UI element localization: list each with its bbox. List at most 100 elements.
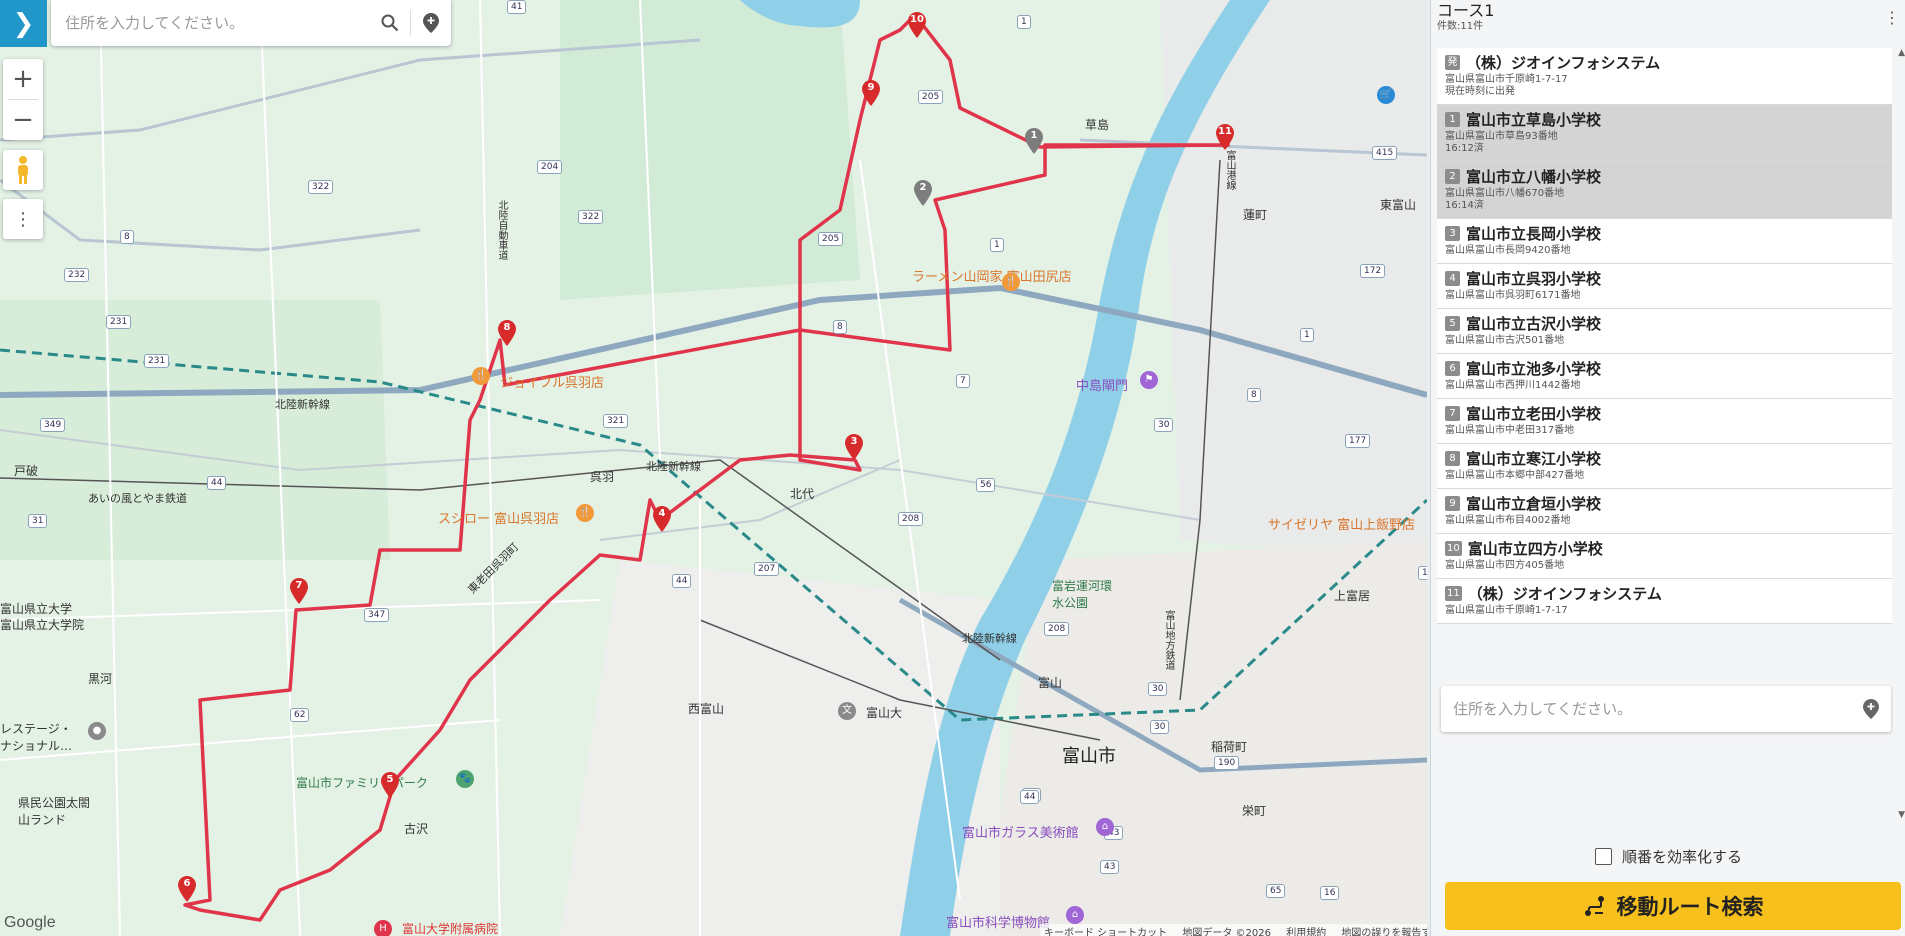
route-pin-5[interactable]: 5 xyxy=(381,772,399,798)
road-badge: 44 xyxy=(672,574,692,588)
optimize-order-checkbox[interactable] xyxy=(1594,848,1612,865)
report-error-link[interactable]: 地図の誤りを報告する xyxy=(1341,928,1427,936)
add-location-button[interactable] xyxy=(1851,686,1891,732)
label-hokuriku-2: 北陸新幹線 xyxy=(646,460,701,473)
stop-row: 11 （株）ジオインフォシステム xyxy=(1445,583,1888,604)
route-pin-7[interactable]: 7 xyxy=(290,578,308,604)
label-glass-museum: 富山市ガラス美術館 xyxy=(962,826,1079,841)
restaurant-icon[interactable]: 🍴 xyxy=(1002,273,1020,291)
more-vertical-icon[interactable]: ⋮ xyxy=(1884,8,1900,27)
stop-status: 16:14済 xyxy=(1445,200,1484,211)
scroll-up-arrow[interactable]: ▲ xyxy=(1898,48,1905,58)
scroll-down-arrow[interactable]: ▼ xyxy=(1898,810,1905,820)
search-button[interactable] xyxy=(370,0,410,46)
map-search-input[interactable] xyxy=(51,0,370,46)
stop-name: 富山市立古沢小学校 xyxy=(1466,315,1602,333)
stop-name: 富山市立草島小学校 xyxy=(1466,111,1602,129)
restaurant-icon[interactable]: 🍴 xyxy=(576,504,594,522)
stop-list: 発（株）ジオインフォシステム 富山県富山市千原崎1-7-17 現在時刻に出発 1 富山市… xyxy=(1437,48,1892,624)
road-badge: 205 xyxy=(818,232,844,246)
stop-list-item[interactable]: 発 （株）ジオインフォシステム 富山県富山市千原崎1-7-17 現在時刻に出発 xyxy=(1437,48,1892,105)
road-badge: 30 xyxy=(1154,418,1174,432)
route-pin-1[interactable]: 1 xyxy=(1025,128,1043,154)
route-pin-3[interactable]: 3 xyxy=(845,434,863,460)
road-badge: 44 xyxy=(1020,790,1040,804)
stop-list-item[interactable]: 1 富山市立草島小学校 富山県富山市草島93番地 16:12済 xyxy=(1437,105,1892,162)
label-inarimachi: 稲荷町 xyxy=(1211,740,1248,754)
attraction-icon[interactable]: ⚑ xyxy=(1140,371,1158,389)
park-icon[interactable]: 🐾 xyxy=(456,770,474,788)
map-canvas[interactable]: 草島 蓮町 東富山 ラーメン山岡家 富山田尻店 ジョイフル呉羽店 中島閘門 北陸… xyxy=(0,0,1427,936)
road-badge: 1 xyxy=(1017,15,1031,29)
terms-link[interactable]: 利用規約 xyxy=(1286,928,1326,936)
optimize-order-row[interactable]: 順番を効率化する xyxy=(1431,846,1905,867)
add-location-button[interactable] xyxy=(411,0,451,46)
school-icon[interactable]: 文 xyxy=(838,702,856,720)
route-pin-4[interactable]: 4 xyxy=(653,506,671,532)
expand-panel-button[interactable]: ❯ xyxy=(0,0,47,47)
stop-address: 富山県富山市四方405番地 xyxy=(1445,560,1565,571)
road-badge: 16 xyxy=(1320,886,1340,900)
restaurant-icon[interactable]: 🍴 xyxy=(472,367,490,385)
road-badge: 231 xyxy=(106,315,132,329)
zoom-in-button[interactable]: + xyxy=(3,59,43,99)
stop-address: 富山県富山市古沢501番地 xyxy=(1445,335,1565,346)
keyboard-shortcuts-link[interactable]: キーボード ショートカット xyxy=(1044,928,1167,936)
label-ainokaze: あいの風とやま鉄道 xyxy=(88,492,187,505)
stop-list-item[interactable]: 3 富山市立長岡小学校 富山県富山市長岡9420番地 xyxy=(1437,219,1892,264)
label-joyfull: ジョイフル呉羽店 xyxy=(500,376,605,391)
route-pin-10[interactable]: 10 xyxy=(908,12,926,38)
label-prefuniv-2: 富山県立大学院 xyxy=(0,618,85,632)
label-stage: レステージ・ナショナル… xyxy=(0,722,73,753)
label-fugan: 富岩運河環水公園 xyxy=(1052,579,1113,610)
route-search-button[interactable]: 移動ルート検索 xyxy=(1445,882,1901,930)
route-pin-8[interactable]: 8 xyxy=(498,320,516,346)
road-badge: 231 xyxy=(144,354,170,368)
label-science-museum: 富山市科学博物館 xyxy=(946,916,1051,931)
chevron-right-icon: ❯ xyxy=(12,8,35,39)
stop-list-item[interactable]: 2 富山市立八幡小学校 富山県富山市八幡670番地 16:14済 xyxy=(1437,162,1892,219)
label-kitayo: 北代 xyxy=(790,487,815,501)
plus-icon: + xyxy=(12,64,34,94)
route-pin-2[interactable]: 2 xyxy=(914,180,932,206)
label-chitetsu: 富山地方鉄道 xyxy=(1163,610,1174,670)
road-badge: 8 xyxy=(833,320,847,334)
stop-status: 現在時刻に出発 xyxy=(1445,86,1515,97)
hospital-icon[interactable]: H xyxy=(374,920,392,936)
stop-list-item[interactable]: 6 富山市立池多小学校 富山県富山市西押川1442番地 xyxy=(1437,354,1892,399)
stop-list-item[interactable]: 10 富山市立四方小学校 富山県富山市四方405番地 xyxy=(1437,534,1892,579)
shopping-icon[interactable]: 🛒 xyxy=(1377,86,1395,104)
road-badge: 322 xyxy=(308,180,334,194)
road-badge: 349 xyxy=(40,418,66,432)
stop-row: 2 富山市立八幡小学校 xyxy=(1445,166,1888,187)
search-icon xyxy=(381,14,399,32)
stop-row: 6 富山市立池多小学校 xyxy=(1445,358,1888,379)
stop-list-item[interactable]: 11 （株）ジオインフォシステム 富山県富山市千原崎1-7-17 xyxy=(1437,579,1892,624)
museum-icon[interactable]: ⌂ xyxy=(1066,906,1084,924)
road-badge: 30 xyxy=(1148,682,1168,696)
zoom-out-button[interactable]: − xyxy=(3,100,43,140)
museum-icon[interactable]: ⌂ xyxy=(1096,818,1114,836)
course-title: コース1 xyxy=(1437,1,1495,20)
stop-name: 富山市立四方小学校 xyxy=(1467,540,1603,558)
label-hokuriku-1: 北陸新幹線 xyxy=(275,398,330,411)
route-pin-9[interactable]: 9 xyxy=(862,80,880,106)
stop-list-item[interactable]: 7 富山市立老田小学校 富山県富山市中老田317番地 xyxy=(1437,399,1892,444)
stop-name: 富山市立池多小学校 xyxy=(1466,360,1602,378)
panel-header: コース1 件数:11件 ⋮ xyxy=(1431,0,1905,38)
add-stop-input[interactable] xyxy=(1441,686,1851,732)
place-icon[interactable]: ● xyxy=(88,722,106,740)
route-pin-6[interactable]: 6 xyxy=(178,876,196,902)
map-base xyxy=(0,0,1427,936)
stop-list-item[interactable]: 5 富山市立古沢小学校 富山県富山市古沢501番地 xyxy=(1437,309,1892,354)
stop-list-item[interactable]: 8 富山市立寒江小学校 富山県富山市本郷中部427番地 xyxy=(1437,444,1892,489)
stop-list-item[interactable]: 4 富山市立呉羽小学校 富山県富山市呉羽町6171番地 xyxy=(1437,264,1892,309)
map-menu-control[interactable]: ⋮ xyxy=(3,199,43,239)
street-view-control[interactable] xyxy=(3,150,43,190)
road-badge: 172 xyxy=(1360,264,1386,278)
stop-list-item[interactable]: 9 富山市立倉垣小学校 富山県富山市布目4002番地 xyxy=(1437,489,1892,534)
route-pin-11[interactable]: 11 xyxy=(1216,124,1234,150)
stop-address: 富山県富山市千原崎1-7-17 xyxy=(1445,74,1568,85)
road-badge: 8 xyxy=(1247,388,1261,402)
stop-address: 富山県富山市西押川1442番地 xyxy=(1445,380,1581,391)
